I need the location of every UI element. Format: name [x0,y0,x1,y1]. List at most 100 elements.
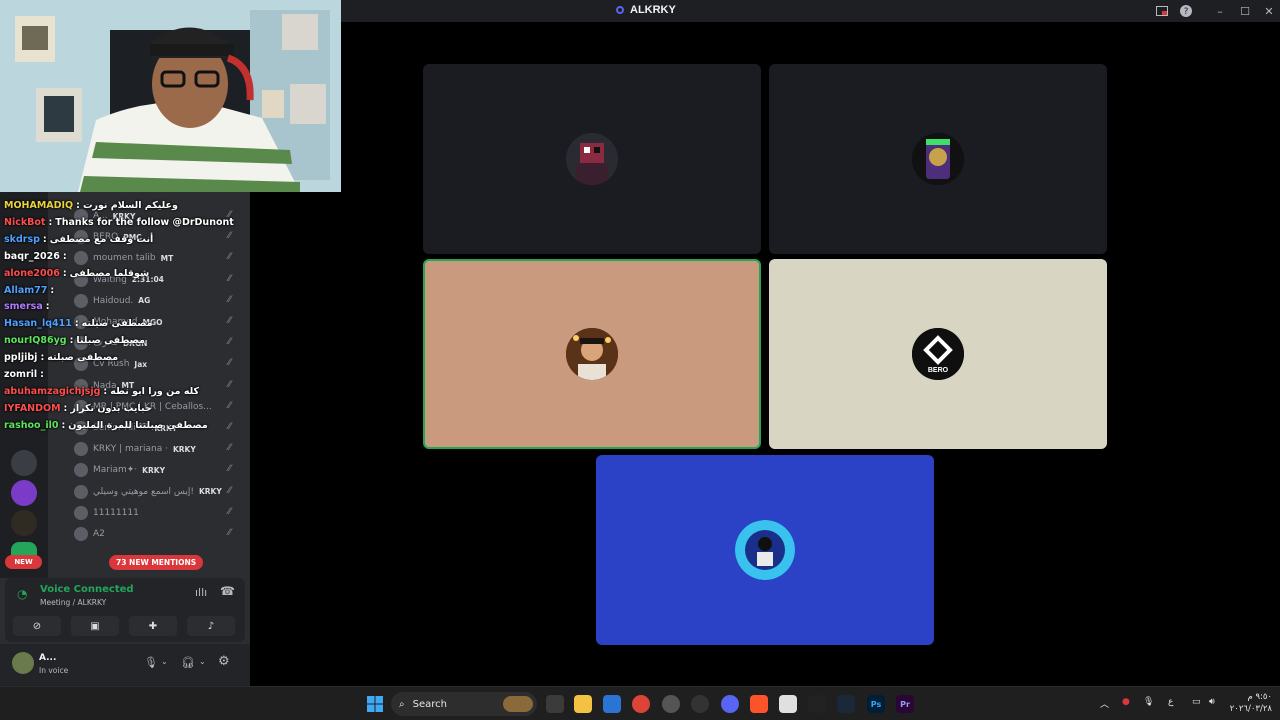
chat-text: Thanks for the follow @DrDunont [55,216,234,228]
avatar[interactable] [12,652,34,674]
chat-message: MOHAMADIQ: وعليكم السلام نورت [4,198,178,213]
voice-connection-panel: ◔ Voice Connected Meeting / ALKRKY ıllı … [5,578,245,642]
steelseries-icon[interactable] [691,695,709,713]
chat-text: حبايب بدون تكرار [70,402,152,414]
capcut-icon[interactable] [808,695,826,713]
chat-separator: : [42,233,47,245]
webcam-overlay [0,0,341,192]
voice-participant-row[interactable]: Mariam✦· KRKY [74,460,165,480]
file-explorer-icon[interactable] [574,695,592,713]
chrome-icon[interactable] [632,695,650,713]
new-badge[interactable]: NEW [5,555,42,569]
microphone-icon[interactable]: 🎙︎ [1143,697,1154,707]
avatar [74,442,88,457]
voice-participant-row[interactable]: KRKY | mariana · KRKY [74,439,196,459]
language-indicator[interactable]: ع [1168,697,1173,707]
server-icon[interactable] [11,510,37,536]
chat-message: zomril: [4,367,47,382]
chat-text: كله من ورا ابو نطه [110,385,200,397]
chatgpt-icon[interactable] [662,695,680,713]
clock-date: ٢٠٢٦/٠٣/٢٨ [1229,704,1272,714]
participant-avatar: BERO [912,328,964,380]
camera-off-button[interactable]: ⊘ [13,616,61,636]
brave-icon[interactable] [750,695,768,713]
participant-tile[interactable] [769,64,1107,254]
steam-icon[interactable] [837,695,855,713]
search-label: Search [412,698,447,710]
headphones-icon[interactable]: 🎧︎ [181,656,195,669]
chat-text: مصطفى صبلتنا للمرة المليون [68,419,208,431]
clock[interactable]: ٩:٥٠ م ٢٠٢٦/٠٣/٢٨ [1228,691,1272,715]
chat-separator: : [50,284,55,296]
clock-time: ٩:٥٠ م [1247,692,1272,702]
share-screen-button[interactable]: ▣ [71,616,119,636]
settings-gear-icon[interactable]: ⚙ [218,654,230,669]
windows-taskbar: ⌕ Search Ps Pr ︿ ● 🎙︎ ع ▭ 🔊︎ ٩:٥٠ م ٢٠٢٦… [0,686,1280,720]
participant-tile[interactable] [596,455,934,645]
chat-username: smersa [4,301,43,313]
voice-participant-row[interactable]: 11111111 [74,503,144,523]
photoshop-icon[interactable]: Ps [867,695,885,713]
help-icon[interactable]: ? [1178,3,1194,19]
taskbar-search[interactable]: ⌕ Search [391,692,537,716]
voice-status[interactable]: Voice Connected [40,584,134,595]
noise-suppression-icon[interactable]: ıllı [195,586,207,599]
participant-tag: KRKY [172,444,196,454]
server-icon[interactable] [11,480,37,506]
participant-tile[interactable]: BERO [769,259,1107,449]
discord-sidebar: A... KRKY ⁄⁄ BERO PMC ⁄⁄ moumen talib MT ⁄⁄ Waiti… [0,192,250,686]
signal-icon[interactable]: ◔ [17,587,27,601]
notepad-icon[interactable] [779,695,797,713]
windows-start-icon[interactable] [366,695,384,713]
muted-icon: ⁄⁄ [228,379,232,390]
voice-participant-row[interactable]: Haidoud. AG [74,291,150,311]
server-icon[interactable] [11,450,37,476]
screen: ALKRKY ? – ☐ ✕ BERO A... KRKY ⁄⁄ BERO PM… [0,0,1280,720]
chat-message: nourIQ86yg: مصطفى صبلنا [4,333,145,348]
chat-username: alone2006 [4,267,60,279]
voice-participant-row[interactable]: A2 [74,524,110,544]
disconnect-icon[interactable]: ☎ [220,584,235,598]
participant-tile-speaking[interactable] [423,259,761,449]
voice-channel-path[interactable]: Meeting / ALKRKY [40,598,106,607]
screen-share-icon[interactable] [1154,3,1170,19]
new-mentions-badge[interactable]: 73 NEW MENTIONS [109,555,204,570]
chat-message: Allam77: [4,283,57,298]
participant-tile[interactable] [423,64,761,254]
voice-stage: BERO [250,22,1280,686]
chat-username: Hasan_lq411 [4,318,72,330]
chevron-down-icon[interactable]: ⌄ [199,657,206,666]
volume-icon[interactable]: 🔊︎ [1209,697,1215,707]
show-hidden-icons[interactable]: ︿ [1100,697,1109,710]
chat-separator: : [61,419,66,431]
premiere-icon[interactable]: Pr [896,695,914,713]
maximize-icon[interactable]: ☐ [1237,3,1253,19]
soundboard-button[interactable]: ♪ [187,616,235,636]
username[interactable]: A... [39,653,56,663]
chat-text: شوقلما مصطفى [69,267,150,279]
close-icon[interactable]: ✕ [1261,3,1277,19]
participant-avatar [912,133,964,185]
search-icon: ⌕ [399,698,405,710]
participant-tag: Jax [134,359,148,369]
microsoft-store-icon[interactable] [603,695,621,713]
chevron-down-icon[interactable]: ⌄ [161,657,168,666]
activities-button[interactable]: ✚ [129,616,177,636]
participant-tag: MT [160,253,174,263]
tray-app-icon[interactable]: ● [1122,697,1130,707]
voice-participant-row[interactable]: إيس اسمع موهيتي وسيلي! KRKY [74,482,222,502]
window-title-text: ALKRKY [630,4,676,16]
chat-message: ppljibj: مصطفى صبلته [4,350,118,365]
chat-separator: : [76,200,80,211]
chat-text: مصطفى صبلته [81,318,153,330]
participant-tag: KRKY [142,465,166,475]
participant-name: A2 [93,529,105,539]
discord-icon[interactable] [721,695,739,713]
task-view-icon[interactable] [546,695,564,713]
participant-name: moumen talib [93,253,156,264]
network-icon[interactable]: ▭ [1192,697,1201,707]
microphone-icon[interactable]: 🎙︎ [144,656,158,669]
minimize-icon[interactable]: – [1212,3,1228,19]
avatar [74,251,88,266]
chat-username: abuhamzagichjsjg [4,385,101,397]
